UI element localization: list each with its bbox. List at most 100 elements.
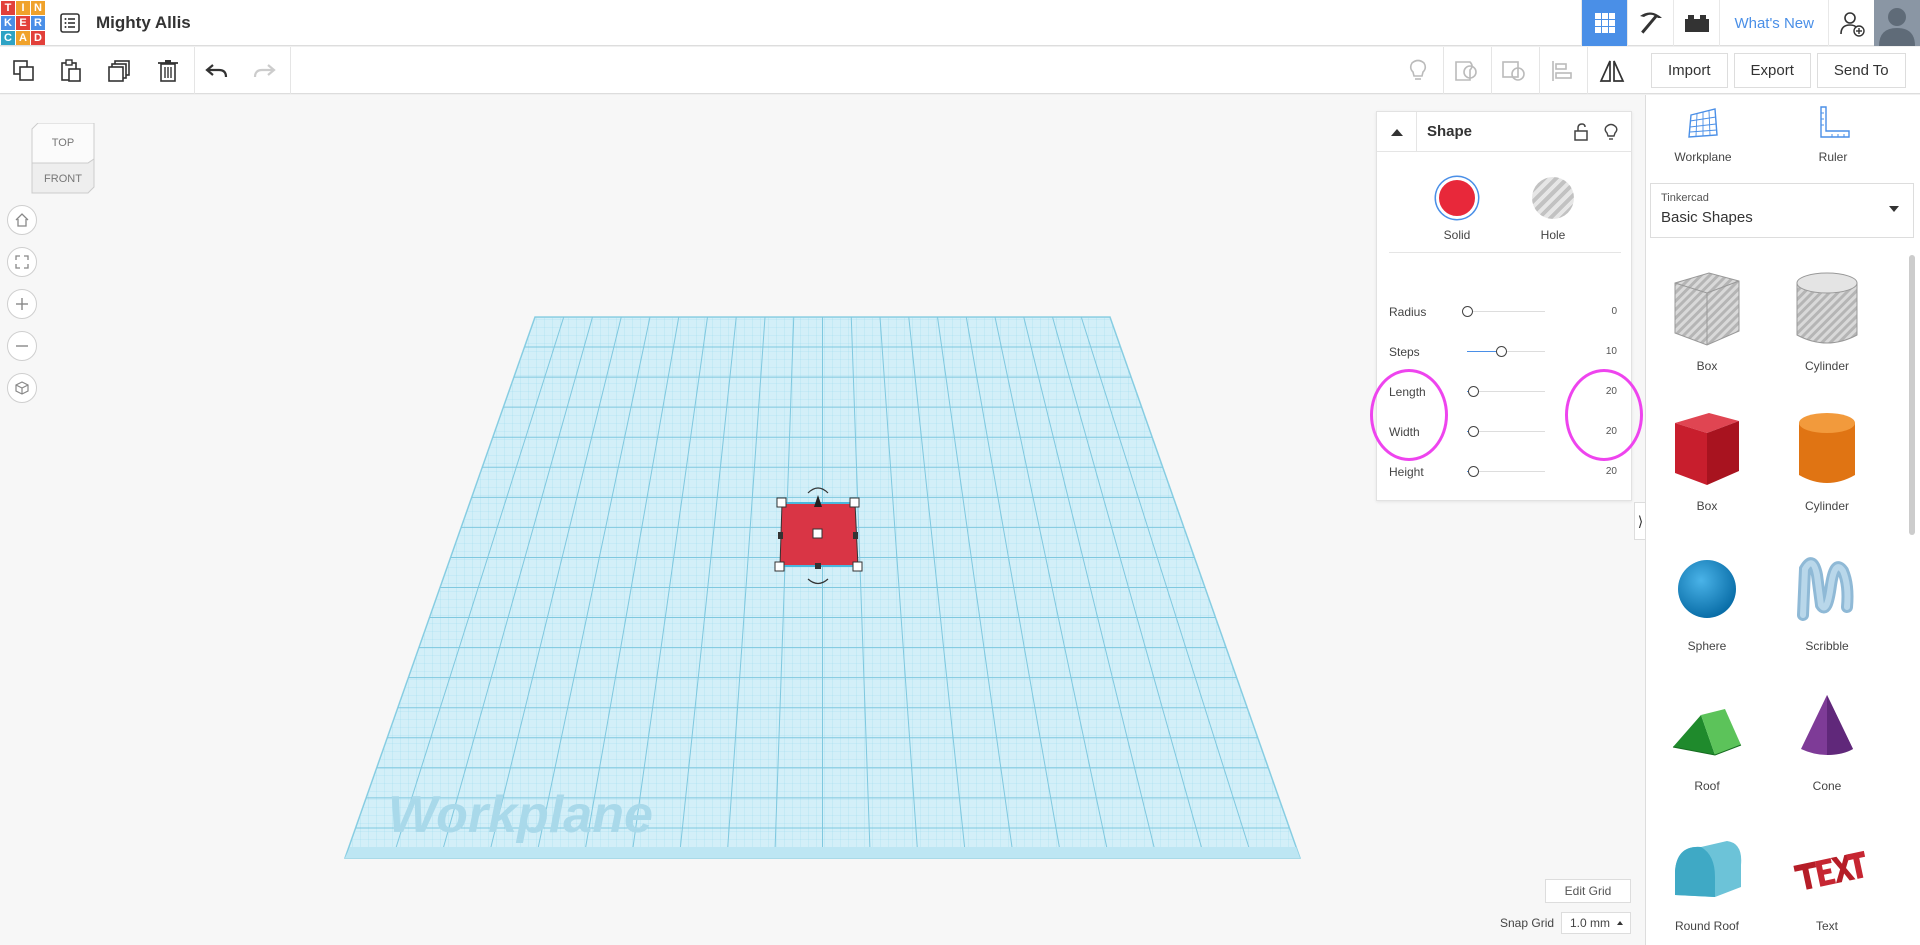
workplane-tool-button[interactable]: Workplane: [1658, 105, 1748, 164]
lightbulb-icon: [1604, 123, 1618, 140]
shape-label: Box: [1696, 359, 1718, 373]
property-value[interactable]: 0: [1611, 306, 1617, 317]
shape-label: Roof: [1694, 779, 1720, 793]
project-title[interactable]: Mighty Allis: [96, 13, 191, 33]
side-handle[interactable]: [778, 532, 783, 539]
solid-option[interactable]: Solid: [1417, 177, 1497, 242]
logo-letter: K: [1, 16, 15, 30]
undo-button[interactable]: [201, 55, 233, 87]
trash-icon: [158, 60, 178, 82]
resize-handle[interactable]: [852, 561, 863, 572]
collapse-inspector-button[interactable]: [1377, 112, 1417, 152]
shape-label: Cone: [1812, 779, 1842, 793]
shape-cylinder-hole[interactable]: Cylinder: [1777, 255, 1877, 385]
bricks-button[interactable]: [1673, 0, 1719, 46]
hide-shape-button[interactable]: [1601, 122, 1621, 142]
shape-cone[interactable]: Cone: [1777, 675, 1877, 805]
cylinder-hole-icon: [1796, 272, 1858, 344]
import-button[interactable]: Import: [1651, 52, 1728, 88]
logo-letter: I: [16, 1, 30, 15]
cone-icon: [1801, 695, 1853, 755]
duplicate-icon: [108, 60, 130, 82]
inspector-title: Shape: [1427, 123, 1473, 140]
blocks-pickaxe-button[interactable]: [1627, 0, 1673, 46]
shape-sphere[interactable]: Sphere: [1657, 535, 1757, 665]
list-menu-icon[interactable]: [58, 11, 82, 35]
property-slider[interactable]: [1467, 386, 1545, 397]
hole-option[interactable]: Hole: [1513, 177, 1593, 242]
logo-letter: N: [31, 1, 45, 15]
ungroup-icon: [1502, 61, 1525, 81]
mirror-button[interactable]: [1596, 55, 1628, 87]
ruler-tool-button[interactable]: Ruler: [1788, 105, 1878, 164]
property-value[interactable]: 10: [1606, 346, 1617, 357]
slider-knob[interactable]: [1468, 386, 1480, 397]
copy-button[interactable]: [8, 55, 40, 87]
delete-button[interactable]: [152, 55, 184, 87]
inspector-header: Shape: [1377, 112, 1631, 152]
property-slider[interactable]: [1467, 346, 1545, 357]
property-slider[interactable]: [1467, 426, 1545, 437]
annotation-circle-values: [1565, 369, 1643, 461]
slider-knob[interactable]: [1468, 426, 1480, 437]
notes-button[interactable]: [1402, 55, 1434, 87]
hole-label: Hole: [1540, 228, 1566, 242]
avatar-icon: [1879, 8, 1915, 46]
side-handle[interactable]: [815, 563, 821, 569]
user-avatar[interactable]: [1874, 0, 1920, 46]
shape-text[interactable]: Text: [1777, 815, 1877, 945]
property-value[interactable]: 20: [1606, 466, 1617, 477]
side-handle[interactable]: [853, 532, 858, 539]
ruler-tool-label: Ruler: [1818, 150, 1848, 164]
resize-handle[interactable]: [776, 497, 787, 508]
logo-letter: C: [1, 31, 15, 45]
edit-grid-button[interactable]: Edit Grid: [1545, 879, 1631, 903]
3d-design-view-button[interactable]: [1581, 0, 1628, 46]
shape-cylinder[interactable]: Cylinder: [1777, 395, 1877, 525]
shape-round-roof[interactable]: Round Roof: [1657, 815, 1757, 945]
send-to-button[interactable]: Send To: [1816, 52, 1906, 88]
pickaxe-icon: [1639, 12, 1662, 34]
lightbulb-icon: [1409, 59, 1427, 80]
resize-handle[interactable]: [849, 497, 860, 508]
property-height: Height 20: [1389, 462, 1621, 482]
snap-grid-select[interactable]: 1.0 mm: [1561, 912, 1631, 934]
export-button[interactable]: Export: [1733, 52, 1811, 88]
workplane-grid: [345, 317, 1300, 858]
lock-button[interactable]: [1571, 122, 1591, 142]
hole-swatch[interactable]: [1532, 177, 1574, 219]
align-button[interactable]: [1546, 55, 1578, 87]
group-icon: [1455, 61, 1477, 81]
slider-knob[interactable]: [1496, 346, 1508, 357]
undo-icon: [205, 64, 228, 78]
height-handle[interactable]: [812, 528, 823, 539]
cylinder-icon: [1799, 413, 1855, 483]
shape-box[interactable]: Box: [1657, 395, 1757, 525]
resize-handle[interactable]: [774, 561, 785, 572]
workplane-edge: [345, 847, 1300, 858]
toolbar-divider: [290, 47, 291, 94]
shape-label: Scribble: [1805, 639, 1849, 653]
slider-knob[interactable]: [1468, 466, 1480, 477]
property-slider[interactable]: [1467, 466, 1545, 477]
caret-up-icon: [1617, 921, 1623, 925]
property-slider[interactable]: [1462, 306, 1545, 317]
annotation-circle-labels: [1370, 369, 1448, 461]
invite-user-button[interactable]: [1828, 0, 1874, 46]
solid-color-swatch[interactable]: [1436, 177, 1478, 219]
paste-button[interactable]: [55, 55, 87, 87]
shape-scribble[interactable]: Scribble: [1777, 535, 1877, 665]
shape-roof[interactable]: Roof: [1657, 675, 1757, 805]
ungroup-button[interactable]: [1498, 55, 1530, 87]
shapes-scrollbar[interactable]: [1909, 255, 1915, 535]
shapes-panel: Workplane Ruler Tinkercad Basic Shapes B…: [1645, 95, 1920, 945]
roof-icon: [1672, 709, 1742, 756]
whats-new-link[interactable]: What's New: [1719, 0, 1828, 46]
slider-knob[interactable]: [1462, 306, 1473, 317]
shape-library-select[interactable]: Tinkercad Basic Shapes: [1650, 183, 1914, 238]
redo-button[interactable]: [248, 55, 280, 87]
group-button[interactable]: [1450, 55, 1482, 87]
shape-box-hole[interactable]: Box: [1657, 255, 1757, 385]
tinkercad-logo[interactable]: T I N K E R C A D: [0, 0, 46, 46]
duplicate-button[interactable]: [104, 55, 136, 87]
